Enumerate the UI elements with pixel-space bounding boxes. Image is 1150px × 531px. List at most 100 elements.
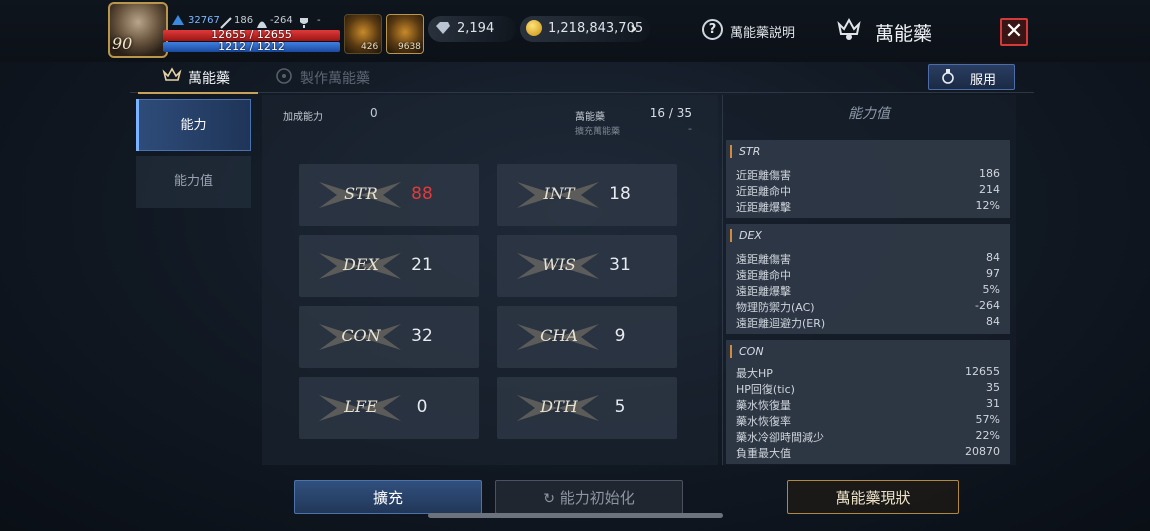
str-section: STR 近距離傷害 186 近距離命中 214 近距離爆擊 12% bbox=[726, 140, 1010, 218]
dex-stat-row: 遠距離爆擊 5% bbox=[736, 283, 1000, 299]
stat-row-label: 遠距離爆擊 bbox=[736, 285, 791, 298]
stat-box-int: INT 18 bbox=[497, 164, 677, 226]
dex-stat-row: 遠距離傷害 84 bbox=[736, 251, 1000, 267]
str-section-head: STR bbox=[730, 145, 760, 158]
stat-value: 88 bbox=[411, 184, 433, 204]
tab-elixir[interactable]: 萬能藥 bbox=[188, 68, 230, 88]
con-stat-row: 藥水冷卻時間減少 22% bbox=[736, 429, 1000, 445]
gold-coin-icon bbox=[526, 20, 542, 36]
stat-row-value: 35 bbox=[986, 381, 1000, 394]
tab-active-indicator bbox=[138, 92, 258, 94]
con-stat-row: HP回復(tic) 35 bbox=[736, 381, 1000, 397]
craft-tab-icon bbox=[274, 66, 294, 86]
con-stat-row: 藥水恢復率 57% bbox=[736, 413, 1000, 429]
stat-name: LFE bbox=[344, 397, 378, 416]
help-icon[interactable]: ? bbox=[702, 19, 723, 40]
stat-value: 9 bbox=[614, 326, 626, 346]
stat-row-label: 負重最大值 bbox=[736, 447, 791, 460]
expand-elixir-label: 擴充萬能藥 bbox=[575, 127, 621, 137]
stat-value: 21 bbox=[411, 255, 433, 275]
stat-row-label: 近距離傷害 bbox=[736, 169, 791, 182]
stat-box-wis: WIS 31 bbox=[497, 235, 677, 297]
stat-name: WIS bbox=[542, 255, 576, 274]
stat-row-value: 84 bbox=[986, 251, 1000, 264]
close-button[interactable]: ✕ bbox=[1000, 18, 1028, 46]
exp-value: 32767 bbox=[188, 15, 220, 26]
con-section-head: CON bbox=[730, 345, 764, 358]
stat-row-label: 物理防禦力(AC) bbox=[736, 301, 815, 314]
stat-row-label: HP回復(tic) bbox=[736, 383, 795, 396]
stat-row-label: 最大HP bbox=[736, 367, 773, 380]
stat-row-label: 近距離爆擊 bbox=[736, 201, 791, 214]
gem-value: 2,194 bbox=[457, 21, 495, 36]
stat-row-label: 遠距離迴避力(ER) bbox=[736, 317, 826, 330]
dex-stat-row: 遠距離迴避力(ER) 84 bbox=[736, 315, 1000, 331]
stat-value: 0 bbox=[416, 397, 428, 417]
stat-value: 18 bbox=[609, 184, 631, 204]
stat-name: CHA bbox=[540, 326, 578, 345]
stat-row-value: 84 bbox=[986, 315, 1000, 328]
dex-stat-row: 物理防禦力(AC) -264 bbox=[736, 299, 1000, 315]
expand-button[interactable]: 擴充 bbox=[294, 480, 482, 514]
stat-row-value: 12% bbox=[975, 199, 1000, 212]
elixir-status-button[interactable]: 萬能藥現狀 bbox=[787, 480, 959, 514]
currency-arrow-icon[interactable]: › bbox=[630, 18, 637, 39]
sword-icon bbox=[220, 14, 232, 29]
dex-section-head: DEX bbox=[730, 229, 762, 242]
stat-row-label: 藥水恢復率 bbox=[736, 415, 791, 428]
exp-icon bbox=[170, 12, 186, 26]
stat-row-value: 5% bbox=[982, 283, 1000, 296]
stat-row-value: -264 bbox=[975, 299, 1000, 312]
stat-row-label: 遠距離傷害 bbox=[736, 253, 791, 266]
stat-value: 31 bbox=[609, 255, 631, 275]
stat-box-con: CON 32 bbox=[299, 306, 479, 368]
nav-ability[interactable]: 能力 bbox=[136, 99, 251, 151]
stat-row-label: 藥水冷卻時間減少 bbox=[736, 431, 824, 444]
bonus-value: 0 bbox=[370, 106, 378, 120]
help-label[interactable]: 萬能藥説明 bbox=[730, 22, 795, 41]
con-stat-row: 最大HP 12655 bbox=[736, 365, 1000, 381]
bonus-label: 加成能力 bbox=[283, 112, 323, 123]
page-title: 萬能藥 bbox=[875, 23, 933, 45]
trophy-value: - bbox=[317, 15, 321, 26]
trophy-icon bbox=[298, 14, 310, 28]
elixir-tab-icon bbox=[162, 66, 182, 86]
stat-row-label: 近距離命中 bbox=[736, 185, 791, 198]
stat-row-label: 遠距離命中 bbox=[736, 269, 791, 282]
home-indicator bbox=[428, 513, 723, 518]
str-stat-row: 近距離傷害 186 bbox=[736, 167, 1000, 183]
stat-row-value: 20870 bbox=[965, 445, 1000, 458]
ac-value: 186 bbox=[234, 15, 254, 26]
stat-box-str: STR 88 bbox=[299, 164, 479, 226]
stat-name: STR bbox=[344, 184, 378, 203]
gold-value: 1,218,843,705 bbox=[548, 21, 644, 36]
con-section: CON 最大HP 12655 HP回復(tic) 35 藥水恢復量 31 藥水恢復率 57% 藥… bbox=[726, 340, 1010, 464]
str-stat-row: 近距離命中 214 bbox=[736, 183, 1000, 199]
use-button-label[interactable]: 服用 bbox=[970, 69, 996, 88]
elixir-count-value: 16 / 35 bbox=[649, 106, 692, 120]
stat-value: 32 bbox=[411, 326, 433, 346]
stat-row-value: 214 bbox=[979, 183, 1000, 196]
tab-craft-elixir[interactable]: 製作萬能藥 bbox=[300, 68, 370, 88]
stat-name: INT bbox=[543, 184, 575, 203]
stat-row-label: 藥水恢復量 bbox=[736, 399, 791, 412]
stat-box-dex: DEX 21 bbox=[299, 235, 479, 297]
potion-slot-count: 426 bbox=[361, 42, 379, 52]
nav-ability-values[interactable]: 能力值 bbox=[136, 156, 251, 208]
stat-row-value: 97 bbox=[986, 267, 1000, 280]
stat-box-lfe: LFE 0 bbox=[299, 377, 479, 439]
reset-button[interactable]: ↻ 能力初始化 bbox=[495, 480, 683, 514]
stat-name: DTH bbox=[540, 397, 578, 416]
stat-row-value: 22% bbox=[975, 429, 1000, 442]
stat-row-value: 57% bbox=[975, 413, 1000, 426]
refresh-icon: ↻ bbox=[543, 491, 555, 507]
dex-stat-row: 遠距離命中 97 bbox=[736, 267, 1000, 283]
reset-button-label: 能力初始化 bbox=[559, 489, 635, 507]
str-stat-row: 近距離爆擊 12% bbox=[736, 199, 1000, 215]
con-stat-row: 負重最大值 20870 bbox=[736, 445, 1000, 461]
stat-name: CON bbox=[341, 326, 381, 345]
player-level: 90 bbox=[112, 34, 133, 53]
elixir-slot-count: 9638 bbox=[398, 42, 421, 52]
stat-box-cha: CHA 9 bbox=[497, 306, 677, 368]
tabs-row bbox=[130, 63, 1034, 93]
